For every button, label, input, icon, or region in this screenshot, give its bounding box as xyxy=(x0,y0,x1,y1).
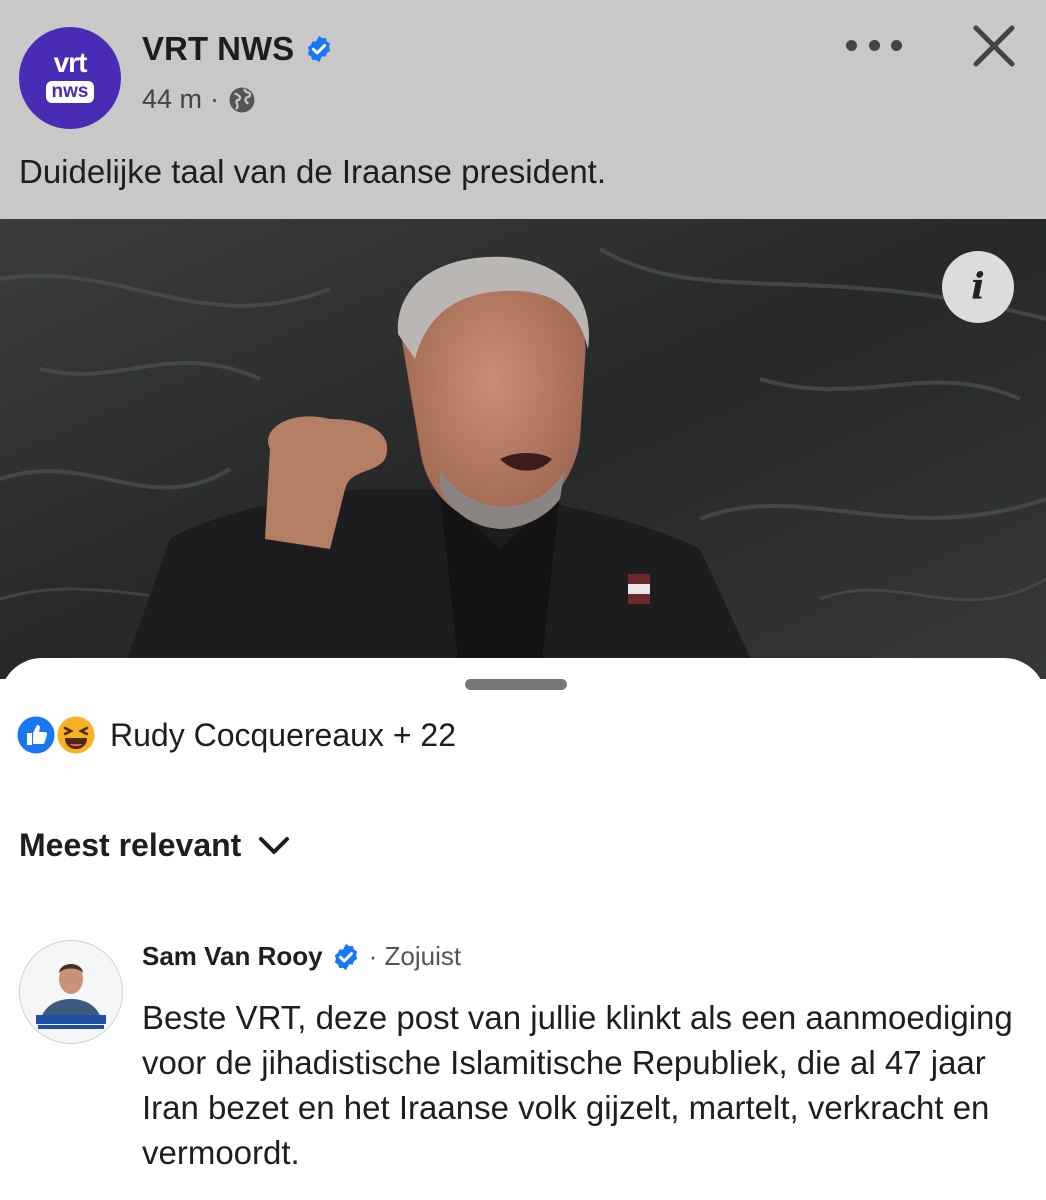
comment-header: Sam Van Rooy · Zojuist xyxy=(142,941,461,972)
page-name[interactable]: VRT NWS xyxy=(142,30,294,68)
reactions-summary[interactable]: Rudy Cocquereaux + 22 xyxy=(14,713,456,757)
comment-time: · Zojuist xyxy=(368,941,462,971)
haha-reaction-icon xyxy=(54,713,98,757)
globe-icon xyxy=(229,87,255,112)
verified-badge-icon xyxy=(308,35,331,63)
post-meta: 44 m · xyxy=(142,84,257,115)
drag-handle[interactable] xyxy=(465,679,567,690)
avatar-logo-top: vrt xyxy=(53,47,88,78)
comment-text: Beste VRT, deze post van jullie klinkt a… xyxy=(142,999,1013,1171)
like-reaction-icon xyxy=(14,713,58,757)
avatar-logo-bottom: nws xyxy=(45,81,95,103)
close-icon[interactable] xyxy=(968,20,1020,72)
verified-badge-icon xyxy=(334,943,357,970)
post-photo[interactable] xyxy=(0,219,1046,679)
page-avatar[interactable]: vrt nws xyxy=(19,27,121,129)
reactions-label[interactable]: Rudy Cocquereaux + 22 xyxy=(110,717,456,754)
chevron-down-icon[interactable] xyxy=(257,834,291,858)
sort-label[interactable]: Meest relevant xyxy=(19,827,241,864)
post-time[interactable]: 44 m xyxy=(142,84,202,115)
more-options-icon[interactable] xyxy=(846,30,902,60)
post-text: Duidelijke taal van de Iraanse president… xyxy=(19,153,607,190)
page-name-row[interactable]: VRT NWS xyxy=(142,30,334,68)
speaker-photo xyxy=(0,219,1046,679)
meta-separator: · xyxy=(210,84,220,114)
info-button[interactable]: i xyxy=(942,251,1014,323)
comment-author[interactable]: Sam Van Rooy xyxy=(142,941,323,972)
sort-dropdown[interactable]: Meest relevant xyxy=(19,827,291,864)
commenter-avatar-image xyxy=(20,941,122,1043)
commenter-avatar[interactable] xyxy=(19,940,123,1044)
